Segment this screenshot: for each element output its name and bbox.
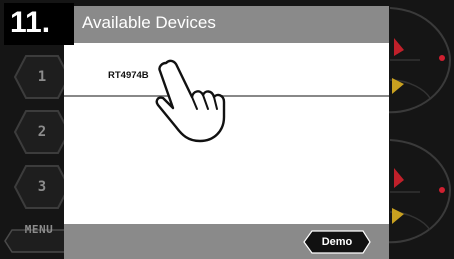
channel-1-label: 1 [37, 69, 47, 85]
step-number: 11. [4, 3, 74, 45]
demo-button-label: Demo [321, 236, 353, 248]
channel-3-label: 3 [37, 179, 47, 195]
demo-button[interactable]: Demo [303, 230, 371, 254]
hand-pointer-icon [155, 59, 226, 143]
gauge-panel [384, 7, 452, 244]
dialog-footer: Demo [64, 224, 389, 259]
dialog-title: Available Devices [82, 13, 216, 32]
channel-1-button[interactable]: 1 [13, 55, 71, 99]
channel-2-label: 2 [37, 124, 47, 140]
channel-3-button[interactable]: 3 [13, 165, 71, 209]
dialog-header: Available Devices [64, 6, 389, 43]
channel-2-button[interactable]: 2 [13, 110, 71, 154]
